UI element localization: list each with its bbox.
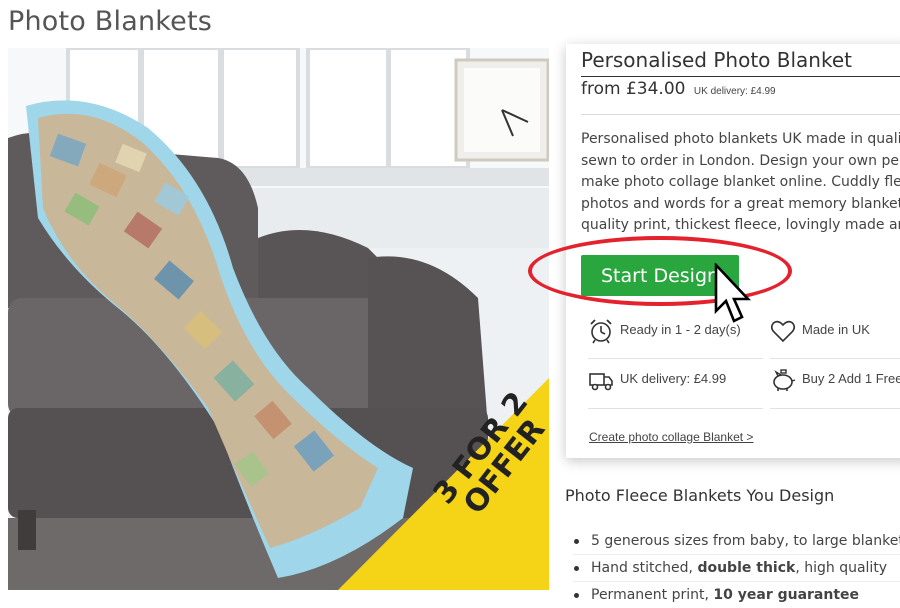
bullet-bold-text: 10 year guarantee <box>713 587 860 603</box>
delivery-note: UK delivery: £4.99 <box>693 86 776 97</box>
product-description: Personalised photo blankets UK made in q… <box>581 129 900 237</box>
description-line: Personalised photo blankets UK made in q… <box>581 131 900 147</box>
feature-bullet-list: 5 generous sizes from baby, to large bla… <box>573 528 900 608</box>
divider <box>588 358 763 359</box>
bullet-text: , high quality <box>795 560 888 576</box>
divider <box>581 114 900 115</box>
feature-label: Ready in 1 - 2 day(s) <box>620 322 741 337</box>
heart-icon <box>770 320 796 343</box>
bullet-bold-text: double thick <box>697 560 796 576</box>
list-item: Hand stitched, double thick, high qualit… <box>573 554 900 581</box>
description-line: photos and words for a great memory blan… <box>581 195 900 212</box>
description-line: quality print, thickest fleece, lovingly… <box>581 217 900 233</box>
divider <box>770 408 900 409</box>
product-name: Personalised Photo Blanket <box>581 48 900 77</box>
list-item: Permanent print, 10 year guarantee <box>573 581 900 608</box>
product-info-card <box>566 44 900 458</box>
bullet-text: Permanent print, <box>591 587 714 603</box>
bullet-text: 5 generous sizes from baby, to large bla… <box>591 533 900 549</box>
create-collage-link[interactable]: Create photo collage Blanket > <box>589 430 753 444</box>
price-line: from £34.00 UK delivery: £4.99 <box>581 79 776 99</box>
delivery-truck-icon <box>589 373 613 391</box>
mouse-pointer-icon <box>714 263 752 323</box>
feature-label: Made in UK <box>802 322 870 337</box>
piggy-bank-icon <box>773 369 796 391</box>
divider <box>588 408 763 409</box>
feature-label: Buy 2 Add 1 Free <box>802 371 900 386</box>
description-line: make photo collage blanket online. Cuddl… <box>581 174 900 190</box>
description-line: sewn to order in London. Design your own… <box>581 152 900 169</box>
alarm-clock-icon <box>590 319 612 344</box>
product-photo: 3 FOR 2 OFFER <box>8 48 549 590</box>
section-title: Photo Fleece Blankets You Design <box>565 486 835 505</box>
feature-label: UK delivery: £4.99 <box>620 371 727 386</box>
page-title: Photo Blankets <box>8 6 213 37</box>
divider <box>770 358 900 359</box>
bullet-text: Hand stitched, <box>591 560 698 576</box>
list-item: 5 generous sizes from baby, to large bla… <box>573 528 900 554</box>
price: from £34.00 <box>581 79 686 99</box>
